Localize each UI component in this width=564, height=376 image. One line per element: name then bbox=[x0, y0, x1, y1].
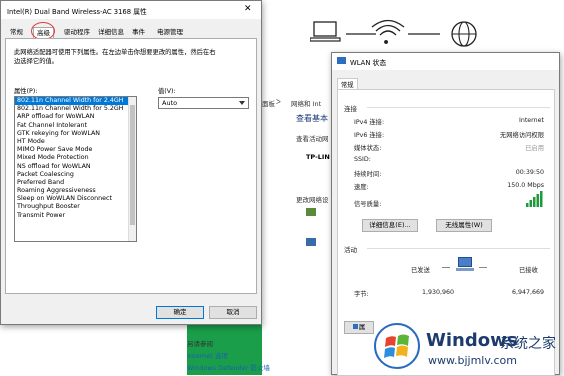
watermark-url: www.bjjmlv.com bbox=[428, 354, 517, 367]
settings-icon[interactable] bbox=[306, 208, 316, 216]
wlan-title-bar[interactable]: WLAN 状态 bbox=[332, 53, 559, 70]
page-heading: 查看基本 bbox=[296, 114, 328, 123]
list-item[interactable]: ARP offload for WoWLAN bbox=[15, 113, 136, 121]
ipv4-value: Internet bbox=[518, 117, 544, 124]
media-state-label: 媒体状态: bbox=[354, 145, 382, 152]
list-item[interactable]: NS offload for WoWLAN bbox=[15, 163, 136, 171]
list-item[interactable]: Packet Coalescing bbox=[15, 171, 136, 179]
network-activity-icon bbox=[454, 255, 476, 273]
adapter-title-bar[interactable]: Intel(R) Dual Band Wireless-AC 3168 属性 ✕ bbox=[1, 1, 261, 19]
list-item[interactable]: GTK rekeying for WoWLAN bbox=[15, 130, 136, 138]
details-button[interactable]: 详细信息(E)... bbox=[362, 219, 418, 232]
ok-button[interactable]: 确定 bbox=[156, 306, 204, 319]
globe-icon bbox=[451, 21, 477, 47]
bytes-sent-value: 1,930,960 bbox=[421, 289, 454, 296]
tab-driver[interactable]: 驱动程序 bbox=[61, 27, 93, 38]
tab-details[interactable]: 详细信息 bbox=[95, 27, 127, 38]
duration-label: 持续时间: bbox=[354, 171, 382, 178]
properties-button-label: 属 bbox=[358, 323, 366, 331]
ipv6-label: IPv6 连接: bbox=[354, 132, 385, 139]
bytes-received-value: 6,947,669 bbox=[511, 289, 544, 296]
divider bbox=[479, 267, 487, 268]
activity-heading: 活动 bbox=[344, 246, 357, 254]
list-item[interactable]: MIMO Power Save Mode bbox=[15, 146, 136, 154]
tab-general[interactable]: 常规 bbox=[7, 27, 26, 38]
list-item[interactable]: HT Mode bbox=[15, 138, 136, 146]
divider bbox=[367, 248, 550, 249]
computer-icon bbox=[310, 21, 341, 42]
network-icon[interactable] bbox=[306, 238, 316, 246]
breadcrumb-network[interactable]: 网络和 Int bbox=[291, 98, 321, 108]
duration-value: 00:39:50 bbox=[515, 169, 544, 176]
ssid-label: SSID: bbox=[354, 156, 371, 163]
list-item[interactable]: 802.11n Channel Width for 5.2GH bbox=[15, 105, 136, 113]
tab-power-management[interactable]: 电源管理 bbox=[154, 27, 186, 38]
list-item[interactable]: Preferred Band bbox=[15, 179, 136, 187]
page-subheading: 查看活动网 bbox=[296, 135, 329, 143]
tab-events[interactable]: 事件 bbox=[129, 27, 148, 38]
defender-link[interactable]: Windows Defender 防火墙 bbox=[187, 362, 270, 372]
properties-button[interactable]: 属 bbox=[344, 321, 374, 334]
value-selected: Auto bbox=[162, 99, 178, 107]
network-name: TP-LIN bbox=[306, 153, 330, 161]
breadcrumb-part[interactable]: 面板 bbox=[262, 98, 275, 108]
ipv4-label: IPv4 连接: bbox=[354, 119, 385, 126]
cancel-button[interactable]: 取消 bbox=[209, 306, 257, 319]
value-label: 值(V): bbox=[158, 88, 176, 95]
list-item[interactable]: Mixed Mode Protection bbox=[15, 154, 136, 162]
wireless-properties-button[interactable]: 无线属性(W) bbox=[436, 219, 492, 232]
property-list[interactable]: 802.11n Channel Width for 2.4GH 802.11n … bbox=[14, 96, 137, 242]
list-item[interactable]: 802.11n Channel Width for 2.4GH bbox=[15, 97, 136, 106]
list-item[interactable]: Roaming Aggressiveness bbox=[15, 187, 136, 195]
list-item[interactable]: Fat Channel Intolerant bbox=[15, 122, 136, 130]
sent-label: 已发送 bbox=[411, 267, 430, 274]
connection-heading: 连接 bbox=[344, 105, 357, 113]
see-also-heading: 另请参阅 bbox=[187, 340, 213, 348]
description-line1: 此网络适配器可使用下列属性。在左边单击你想要更改的属性，然后在右 bbox=[14, 49, 216, 56]
internet-options-link[interactable]: Internet 选项 bbox=[187, 350, 228, 360]
network-diagram bbox=[310, 19, 477, 47]
signal-quality-label: 信号质量: bbox=[354, 201, 382, 208]
list-item[interactable]: Sleep on WoWLAN Disconnect bbox=[15, 195, 136, 203]
divider bbox=[367, 107, 550, 108]
property-label: 属性(P): bbox=[14, 88, 38, 95]
wifi-icon bbox=[371, 19, 405, 44]
scrollbar-thumb[interactable] bbox=[130, 105, 135, 225]
watermark-site-name: 系统之家 bbox=[500, 336, 556, 352]
close-icon[interactable]: ✕ bbox=[244, 4, 252, 14]
ipv6-value: 无网络访问权限 bbox=[499, 132, 544, 139]
value-dropdown[interactable]: Auto bbox=[158, 97, 249, 109]
wifi-adapter-icon bbox=[337, 57, 346, 64]
list-item[interactable]: Transmit Power bbox=[15, 212, 136, 220]
wlan-title: WLAN 状态 bbox=[350, 59, 387, 67]
chevron-down-icon bbox=[239, 101, 245, 105]
change-settings-heading: 更改网络设 bbox=[296, 196, 329, 204]
divider bbox=[442, 267, 450, 268]
speed-label: 速度: bbox=[354, 184, 369, 191]
description-line2: 边选择它的值。 bbox=[14, 58, 59, 65]
adapter-properties-dialog: Intel(R) Dual Band Wireless-AC 3168 属性 ✕… bbox=[0, 0, 262, 325]
media-state-value: 已启用 bbox=[525, 145, 544, 152]
breadcrumb-arrow: ᐳ bbox=[276, 98, 281, 106]
signal-bars-icon bbox=[526, 191, 543, 207]
see-also-pane bbox=[122, 325, 187, 375]
list-item[interactable]: Throughput Booster bbox=[15, 203, 136, 211]
received-label: 已接收 bbox=[519, 267, 538, 274]
shield-icon bbox=[352, 324, 358, 329]
windows-logo-icon bbox=[374, 323, 420, 369]
adapter-title: Intel(R) Dual Band Wireless-AC 3168 属性 bbox=[7, 8, 147, 16]
watermark: Windows 系统之家 www.bjjmlv.com bbox=[372, 320, 564, 375]
bytes-label: 字节: bbox=[354, 291, 369, 298]
list-scrollbar[interactable] bbox=[128, 97, 136, 241]
speed-value: 150.0 Mbps bbox=[507, 182, 544, 189]
